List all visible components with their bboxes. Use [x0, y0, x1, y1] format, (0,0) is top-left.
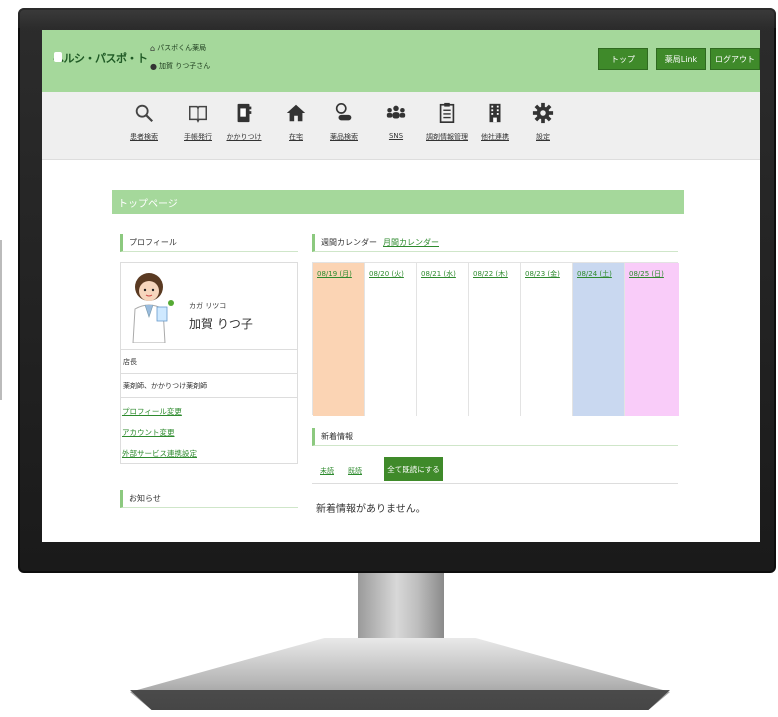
- monitor-glare: [18, 8, 776, 28]
- user-label: 加賀 りつ子さん: [158, 62, 211, 70]
- gear-icon: [532, 102, 554, 124]
- calendar-day[interactable]: 08/22 (木): [469, 263, 521, 416]
- notice-heading: お知らせ: [120, 490, 298, 508]
- top-button[interactable]: トップ: [598, 48, 648, 70]
- avatar: [132, 273, 174, 343]
- tool-notebook[interactable]: 手帳発行: [173, 102, 223, 152]
- calendar-date-link[interactable]: 08/23 (金): [525, 269, 560, 279]
- stage: ヘルシ・パスポ・ト ⌂ パスポくん薬局 ● 加賀 りつ子さん トップ 薬局Lin…: [0, 0, 778, 717]
- tool-label: 他社連携: [481, 133, 509, 141]
- external-service-link[interactable]: 外部サービス連携設定: [122, 448, 197, 459]
- decorative-bracket: [0, 240, 12, 400]
- news-heading: 新着情報: [312, 428, 678, 446]
- weekly-calendar-label: 週間カレンダー: [321, 238, 377, 247]
- weekly-calendar: 08/19 (月) 08/20 (火) 08/21 (水) 08/22 (木) …: [312, 262, 679, 416]
- tool-home-care[interactable]: 在宅: [271, 102, 321, 152]
- profile-heading: プロフィール: [120, 234, 298, 252]
- calendar-day[interactable]: 08/21 (水): [417, 263, 469, 416]
- calendar-date-link[interactable]: 08/19 (月): [317, 269, 352, 279]
- news-tabs: 未読 既読 全て既読にする: [312, 454, 678, 484]
- calendar-date-link[interactable]: 08/22 (木): [473, 269, 508, 279]
- tool-medicine-search[interactable]: 薬品検索: [319, 102, 369, 152]
- calendar-day[interactable]: 08/25 (日): [625, 263, 679, 416]
- mark-all-read-button[interactable]: 全て既読にする: [384, 457, 443, 481]
- tool-sns[interactable]: SNS: [371, 102, 421, 152]
- monthly-calendar-link[interactable]: 月間カレンダー: [383, 237, 439, 248]
- building-icon: [489, 103, 501, 123]
- clipboard-icon: [439, 102, 455, 123]
- phone-book-icon: [237, 103, 252, 123]
- tool-dispensing-info[interactable]: 調剤情報管理: [422, 102, 472, 152]
- tool-label: 設定: [536, 133, 550, 141]
- notice-heading-label: お知らせ: [129, 494, 161, 503]
- tab-unread[interactable]: 未読: [320, 466, 334, 476]
- pharmacy-label: パスポくん薬局: [157, 44, 207, 52]
- screen: ヘルシ・パスポ・ト ⌂ パスポくん薬局 ● 加賀 りつ子さん トップ 薬局Lin…: [42, 30, 760, 542]
- calendar-day[interactable]: 08/23 (金): [521, 263, 573, 416]
- profile-edit-link[interactable]: プロフィール変更: [122, 406, 182, 417]
- pharmacy-name: ⌂ パスポくん薬局: [150, 43, 206, 53]
- user-small-icon: ●: [150, 61, 157, 71]
- calendar-day[interactable]: 08/20 (火): [365, 263, 417, 416]
- profile-qualification: 薬剤師、かかりつけ薬剤師: [120, 374, 298, 398]
- calendar-date-link[interactable]: 08/25 (日): [629, 269, 664, 279]
- logo[interactable]: ヘルシ・パスポ・ト: [50, 46, 148, 70]
- calendar-date-link[interactable]: 08/20 (火): [369, 269, 404, 279]
- page-title: トップページ: [112, 190, 684, 214]
- news-empty-message: 新着情報がありません。: [316, 504, 426, 515]
- calendar-date-link[interactable]: 08/24 (土): [577, 269, 612, 279]
- monitor-base-edge: [130, 690, 670, 710]
- home-small-icon: ⌂: [150, 43, 156, 53]
- tool-label: 調剤情報管理: [426, 133, 468, 141]
- tool-label: SNS: [388, 132, 404, 140]
- calendar-day[interactable]: 08/19 (月): [313, 263, 365, 416]
- book-icon: [189, 105, 207, 123]
- tool-settings[interactable]: 設定: [518, 102, 568, 152]
- account-edit-link[interactable]: アカウント変更: [122, 427, 175, 438]
- logo-text: ヘルシ・パスポ・ト: [53, 52, 148, 65]
- tool-partner[interactable]: 他社連携: [470, 102, 520, 152]
- toolbar: 患者検索 手帳発行 かかりつけ 在宅 薬品検索 SNS 調剤情報管理 他社連携 …: [42, 92, 760, 160]
- people-icon: [386, 105, 406, 119]
- tool-label: 在宅: [289, 133, 303, 141]
- profile-card: カガ リツコ 加賀 りつ子: [120, 262, 298, 350]
- home-icon: [286, 104, 306, 122]
- tool-label: 患者検索: [130, 133, 158, 141]
- calendar-date-link[interactable]: 08/21 (水): [421, 269, 456, 279]
- search-icon: [135, 104, 154, 123]
- calendar-day[interactable]: 08/24 (土): [573, 263, 625, 416]
- tab-read[interactable]: 既読: [348, 466, 362, 476]
- tool-patient-search[interactable]: 患者検索: [119, 102, 169, 152]
- calendar-heading: 週間カレンダー 月間カレンダー: [312, 234, 678, 252]
- profile-role: 店長: [120, 350, 298, 374]
- tool-kakaritsuke[interactable]: かかりつけ: [219, 102, 269, 152]
- news-heading-label: 新着情報: [321, 432, 353, 441]
- monitor-neck: [358, 573, 444, 645]
- app-header: ヘルシ・パスポ・ト ⌂ パスポくん薬局 ● 加賀 りつ子さん トップ 薬局Lin…: [42, 30, 760, 92]
- tool-label: かかりつけ: [226, 133, 262, 141]
- logout-button[interactable]: ログアウト: [710, 48, 760, 70]
- pharmacy-link-button[interactable]: 薬局Link: [656, 48, 706, 70]
- profile-heading-label: プロフィール: [129, 238, 177, 247]
- tool-label: 手帳発行: [184, 133, 212, 141]
- medicine-icon: [335, 103, 352, 121]
- profile-name: 加賀 りつ子: [189, 317, 253, 331]
- tool-label: 薬品検索: [330, 133, 358, 141]
- profile-kana: カガ リツコ: [189, 302, 227, 310]
- user-name: ● 加賀 りつ子さん: [150, 61, 210, 71]
